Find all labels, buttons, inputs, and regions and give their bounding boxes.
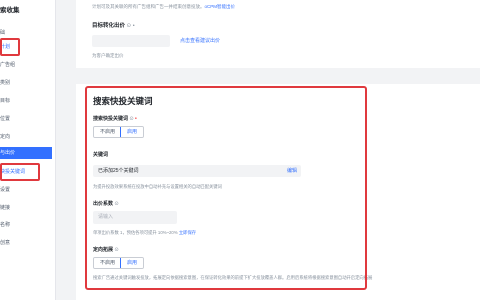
right-column-bg — [378, 84, 480, 300]
section-gap — [56, 68, 480, 84]
sidebar-keywords-highlight — [0, 163, 40, 181]
sidebar-item-adgroup[interactable]: 广告组 — [0, 59, 52, 71]
sidebar-plan-highlight — [0, 38, 20, 56]
target-bid-input[interactable] — [92, 35, 170, 47]
info-icon[interactable]: ⊙ — [127, 23, 132, 29]
sidebar-item-name[interactable]: 名称 — [0, 219, 52, 231]
target-bid-label-text: 目标转化出价 — [92, 23, 126, 29]
top-note: 计划可及其关联的所有广告组和广告一并结束创意投放。oCPM智能出价 — [92, 4, 235, 10]
sidebar-item-link[interactable]: 链接 — [0, 202, 52, 214]
target-bid-hint: 为客户确定出价 — [92, 53, 124, 58]
sidebar-item-target[interactable]: 目标 — [0, 95, 52, 107]
suggest-bid-link[interactable]: 点击查看建议出价 — [180, 37, 220, 44]
sidebar-title: 索收集 — [0, 7, 20, 14]
sidebar-item-settings[interactable]: 设置 — [0, 184, 52, 196]
search-section-highlight — [85, 86, 367, 290]
required-dot-icon: • — [132, 23, 135, 29]
sidebar-item-category[interactable]: 类别 — [0, 77, 52, 89]
ocpm-link[interactable]: oCPM智能出价 — [205, 4, 236, 9]
sidebar-item-bid[interactable]: 与出价 — [0, 147, 52, 159]
sidebar-item-targeting[interactable]: 定向 — [0, 131, 52, 143]
sidebar-item-creative[interactable]: 创意 — [0, 237, 52, 249]
target-bid-panel: 计划可及其关联的所有广告组和广告一并结束创意投放。oCPM智能出价 目标转化出价… — [76, 0, 480, 68]
target-bid-label: 目标转化出价 ⊙ • — [92, 21, 135, 29]
top-note-text: 计划可及其关联的所有广告组和广告一并结束创意投放。 — [92, 4, 205, 9]
sidebar-item-position[interactable]: 位置 — [0, 113, 52, 125]
